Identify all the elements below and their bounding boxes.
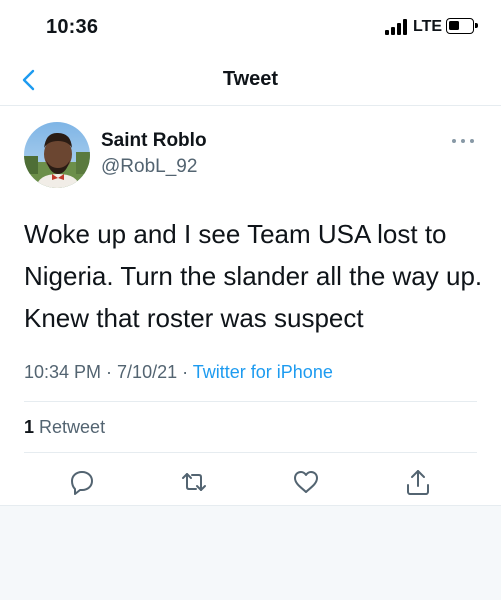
tweet-time: 10:34 PM	[24, 362, 102, 382]
meta-separator: ·	[101, 362, 118, 382]
divider	[24, 401, 477, 402]
retweet-stats[interactable]: 1 Retweet	[24, 417, 105, 438]
like-button[interactable]	[292, 468, 320, 496]
retweet-button[interactable]	[180, 468, 208, 496]
status-bar: 10:36 LTE	[0, 0, 501, 56]
tweet-actions	[0, 454, 501, 506]
retweet-label: Retweet	[39, 417, 106, 437]
nav-bar: Tweet	[0, 56, 501, 106]
tweet-text: Woke up and I see Team USA lost to Niger…	[24, 219, 483, 333]
share-button[interactable]	[404, 468, 432, 496]
back-button[interactable]	[14, 64, 46, 96]
tweet-meta: 10:34 PM · 7/10/21 · Twitter for iPhone	[24, 362, 333, 383]
retweet-count: 1	[24, 417, 35, 437]
network-type: LTE	[413, 18, 443, 35]
avatar[interactable]	[24, 122, 90, 188]
status-time: 10:36	[46, 16, 99, 38]
divider	[24, 452, 477, 453]
tweet-author: Saint Roblo @RobL_92	[0, 106, 501, 196]
signal-strength-icon	[385, 19, 409, 35]
share-icon	[407, 470, 429, 495]
chevron-left-icon	[22, 69, 35, 91]
reply-button[interactable]	[68, 468, 96, 496]
more-options-button[interactable]	[450, 134, 476, 148]
battery-icon	[446, 18, 478, 34]
meta-separator: ·	[177, 362, 193, 382]
tweet-date: 7/10/21	[117, 362, 178, 382]
tweet-source-link[interactable]: Twitter for iPhone	[193, 362, 333, 382]
page-title: Tweet	[222, 68, 279, 90]
author-handle[interactable]: @RobL_92	[101, 156, 197, 178]
like-icon	[294, 471, 318, 493]
reply-icon	[71, 471, 93, 495]
empty-background	[0, 505, 501, 600]
author-display-name[interactable]: Saint Roblo	[101, 130, 207, 152]
retweet-icon	[182, 473, 206, 491]
